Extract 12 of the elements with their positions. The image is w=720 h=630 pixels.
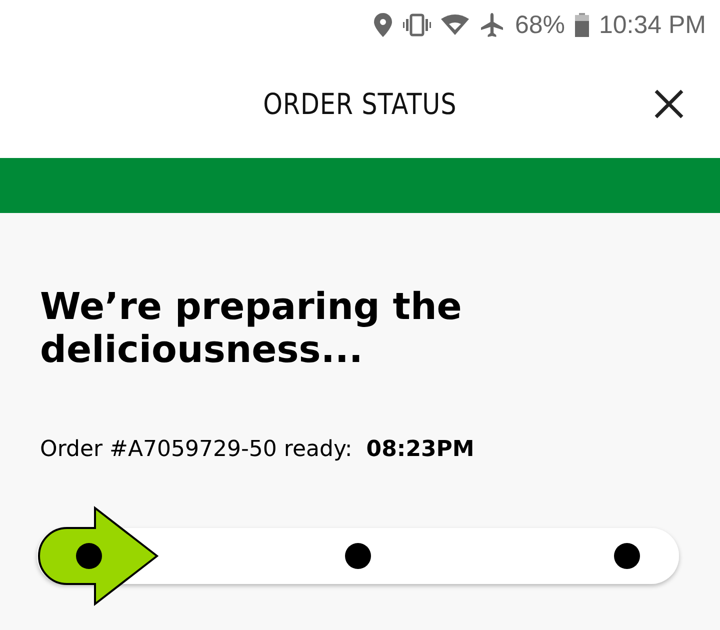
- vibrate-icon: [402, 13, 431, 37]
- clock-time: 10:34 PM: [598, 10, 706, 40]
- battery-percentage: 68%: [514, 10, 565, 40]
- ready-time: 08:23PM: [366, 437, 474, 462]
- status-heading: We’re preparing the deliciousness...: [40, 285, 463, 371]
- order-label: Order #A7059729-50 ready:: [40, 437, 352, 462]
- battery-icon: [574, 13, 589, 37]
- close-icon[interactable]: [654, 89, 684, 119]
- page-title: ORDER STATUS: [263, 87, 457, 121]
- wifi-icon: [440, 14, 469, 36]
- airplane-icon: [478, 12, 505, 38]
- location-icon: [372, 12, 393, 38]
